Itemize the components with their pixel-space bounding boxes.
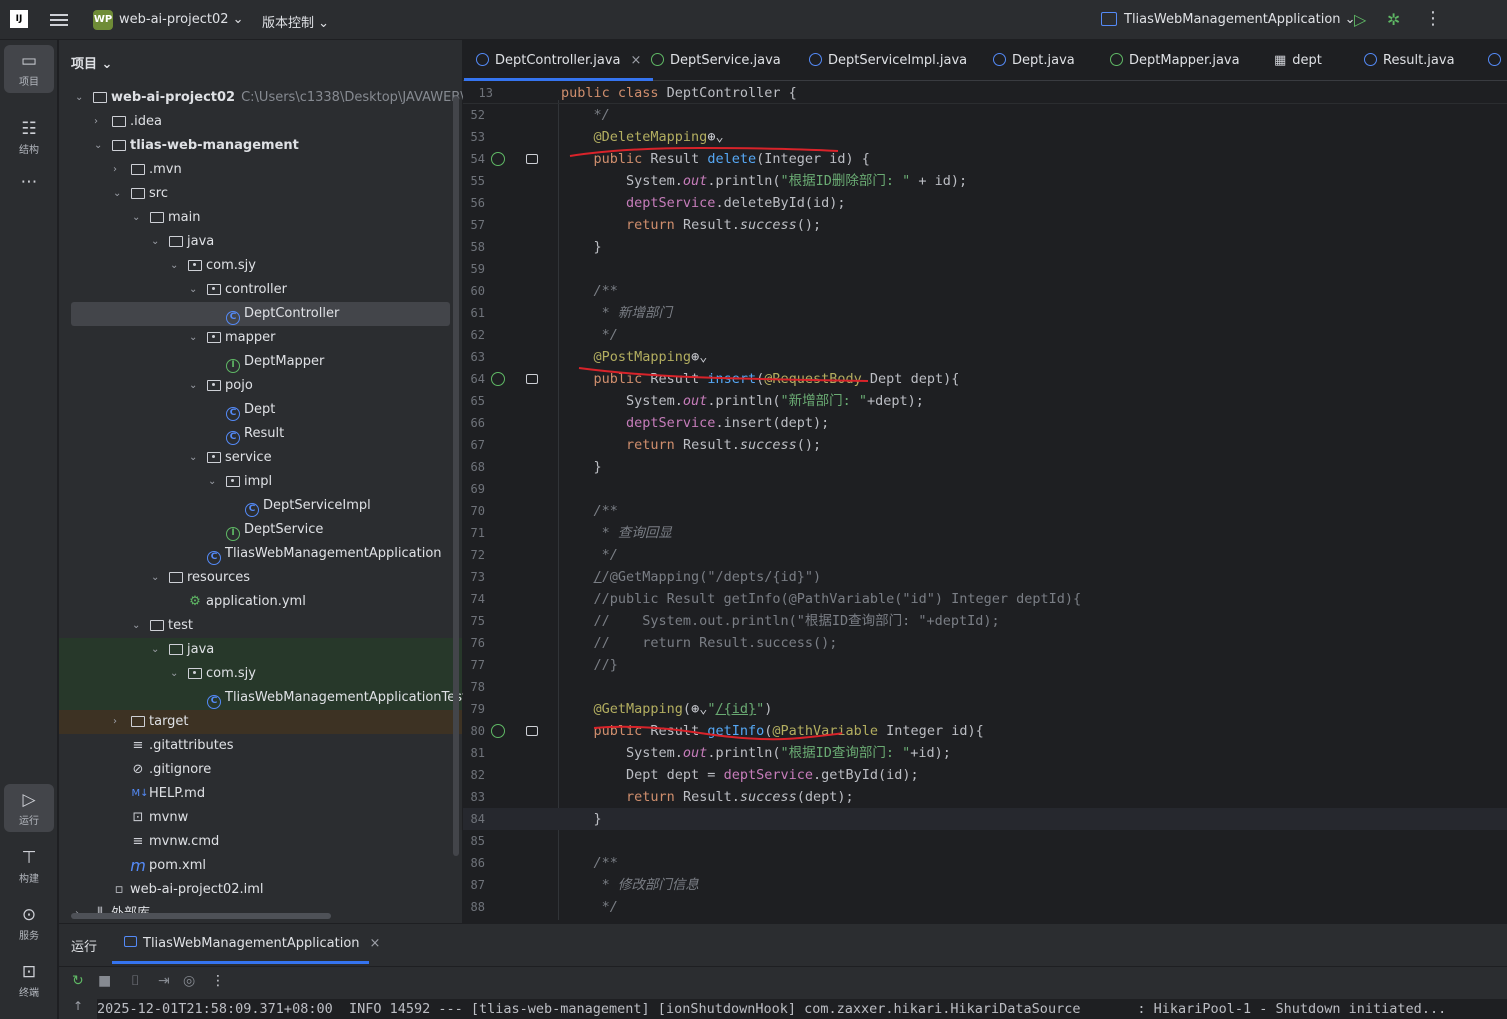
close-icon[interactable]: × bbox=[370, 936, 381, 951]
console-line: 2025-12-01T21:58:09.371+08:00 INFO 14592… bbox=[97, 1001, 1447, 1017]
run-config-icon bbox=[124, 936, 137, 947]
underline-annotation bbox=[593, 725, 843, 741]
run-tab-label: TliasWebManagementApplication bbox=[143, 936, 360, 951]
underline-annotation bbox=[569, 146, 839, 157]
console-output[interactable]: 2025-12-01T21:58:09.371+08:00 INFO 14592… bbox=[97, 999, 1507, 1019]
rerun-icon[interactable]: ↻ bbox=[72, 973, 84, 989]
camera-icon[interactable]: ⌷ bbox=[131, 973, 139, 989]
active-tab-indicator bbox=[112, 961, 369, 964]
scroll-up-icon[interactable]: ↑ bbox=[59, 999, 97, 1019]
run-panel-title: 运行 bbox=[71, 940, 98, 955]
pen-annotations bbox=[569, 146, 869, 741]
more-icon[interactable]: ⋮ bbox=[211, 973, 225, 989]
stop-icon[interactable]: ■ bbox=[98, 973, 111, 989]
run-tab[interactable]: TliasWebManagementApplication × bbox=[124, 936, 380, 951]
console-toolbar bbox=[59, 966, 1507, 998]
settings-icon[interactable]: ◎ bbox=[183, 973, 195, 989]
underline-annotation bbox=[578, 367, 869, 382]
exit-icon[interactable]: ⇥ bbox=[158, 973, 170, 989]
